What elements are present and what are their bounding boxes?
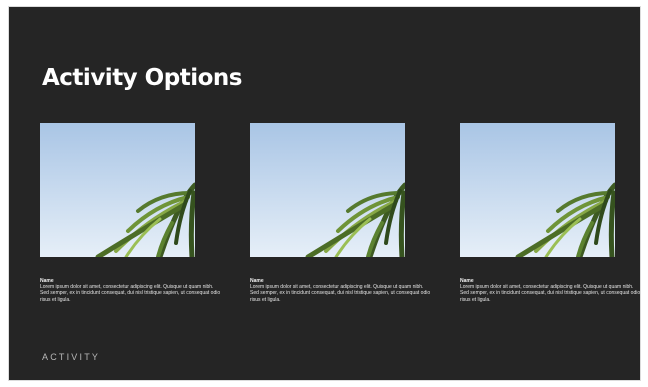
activity-card: Name Lorem ipsum dolor sit amet, consect…: [460, 123, 642, 303]
card-description: Lorem ipsum dolor sit amet, consectetur …: [250, 284, 431, 303]
activity-card: Name Lorem ipsum dolor sit amet, consect…: [40, 123, 222, 303]
palm-tree-image: [40, 123, 195, 257]
slide: Activity Options Name Lorem ipsum dolor …: [8, 6, 641, 381]
section-label: ACTIVITY: [42, 352, 101, 362]
card-description: Lorem ipsum dolor sit amet, consectetur …: [460, 284, 641, 303]
palm-tree-image: [250, 123, 405, 257]
card-description: Lorem ipsum dolor sit amet, consectetur …: [40, 284, 221, 303]
slide-title: Activity Options: [42, 65, 242, 91]
activity-card: Name Lorem ipsum dolor sit amet, consect…: [250, 123, 432, 303]
palm-tree-image: [460, 123, 615, 257]
